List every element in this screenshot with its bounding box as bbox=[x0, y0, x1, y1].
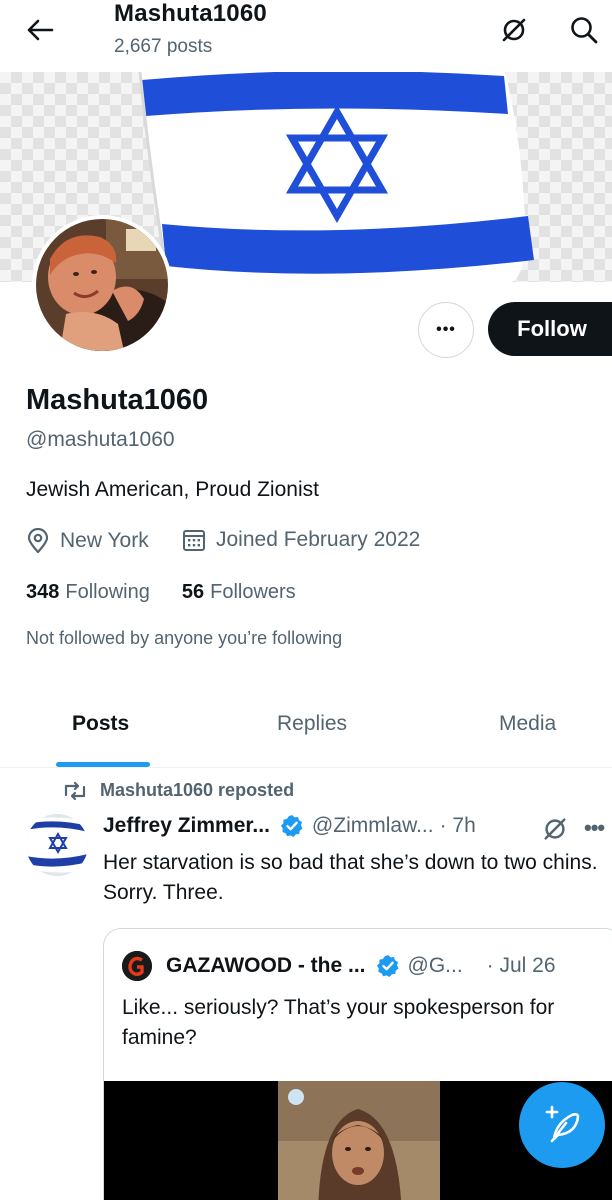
post-header: Jeffrey Zimmer... @Zimmlaw... · 7h bbox=[103, 814, 476, 838]
grok-icon bbox=[502, 18, 526, 42]
arrow-left-icon bbox=[27, 19, 54, 41]
followers-count: 56 bbox=[181, 581, 205, 603]
followers-link[interactable]: 56 Followers bbox=[182, 581, 296, 604]
search-button[interactable] bbox=[566, 12, 602, 48]
post-timestamp[interactable]: · 7h bbox=[440, 814, 476, 838]
post-grok-button[interactable] bbox=[541, 815, 569, 848]
profile-joined: Joined February 2022 bbox=[182, 528, 420, 552]
repost-icon bbox=[62, 781, 88, 801]
post-more-button[interactable]: ••• bbox=[584, 815, 605, 841]
post-author-name[interactable]: Jeffrey Zimmer... bbox=[103, 814, 270, 838]
tab-media[interactable]: Media bbox=[499, 712, 556, 736]
quoted-post-date: · Jul 26 bbox=[486, 954, 556, 977]
quoted-post-body: Like... seriously? That’s your spokesper… bbox=[122, 996, 555, 1049]
tab-posts[interactable]: Posts bbox=[72, 712, 129, 736]
profile-stats: 348 Following 56 Followers bbox=[26, 581, 328, 604]
verified-badge-icon bbox=[280, 814, 304, 838]
gazawood-logo-icon bbox=[122, 951, 152, 981]
video-thumbnail bbox=[278, 1081, 440, 1200]
compose-post-button[interactable] bbox=[519, 1082, 605, 1168]
repost-context[interactable]: Mashuta1060 reposted bbox=[62, 780, 294, 801]
verified-badge-icon bbox=[376, 954, 400, 978]
header-post-count: 2,667 posts bbox=[114, 36, 213, 57]
grok-icon bbox=[544, 818, 566, 840]
following-link[interactable]: 348 Following bbox=[26, 581, 150, 604]
more-icon: ••• bbox=[436, 321, 456, 338]
quoted-author-handle: @G... bbox=[407, 954, 463, 977]
followed-by-note: Not followed by anyone you’re following bbox=[26, 628, 343, 648]
back-button[interactable] bbox=[22, 12, 58, 48]
quoted-post-header: GAZAWOOD - the ... @G... · Jul 26 bbox=[122, 951, 556, 981]
profile-handle: @mashuta1060 bbox=[26, 428, 175, 451]
post-body: Her starvation is so bad that she’s down… bbox=[103, 851, 598, 904]
profile-bio: Jewish American, Proud Zionist bbox=[26, 478, 319, 501]
israeli-flag-avatar bbox=[26, 814, 88, 876]
joined-text: Joined February 2022 bbox=[216, 528, 421, 551]
profile-photo bbox=[36, 219, 168, 351]
grok-button[interactable] bbox=[496, 12, 532, 48]
profile-display-name: Mashuta1060 bbox=[26, 384, 209, 416]
post-author-avatar[interactable] bbox=[26, 814, 88, 876]
repost-label: Mashuta1060 reposted bbox=[100, 780, 295, 800]
top-bar: Mashuta1060 2,667 posts bbox=[0, 0, 612, 72]
followers-label: Followers bbox=[210, 581, 296, 603]
tab-divider bbox=[0, 767, 612, 768]
more-options-button[interactable]: ••• bbox=[418, 302, 474, 358]
location-text: New York bbox=[60, 529, 149, 552]
profile-location: New York bbox=[26, 528, 149, 554]
search-icon bbox=[571, 17, 598, 44]
follow-button[interactable]: Follow bbox=[488, 302, 612, 356]
calendar-icon bbox=[182, 528, 206, 552]
tab-replies[interactable]: Replies bbox=[277, 712, 347, 736]
compose-feather-icon bbox=[545, 1105, 580, 1143]
following-label: Following bbox=[65, 581, 150, 603]
header-title: Mashuta1060 bbox=[114, 0, 267, 27]
post-author-handle[interactable]: @Zimmlaw... bbox=[312, 814, 434, 838]
following-count: 348 bbox=[26, 581, 60, 603]
location-pin-icon bbox=[26, 528, 50, 554]
quoted-author-name: GAZAWOOD - the ... bbox=[166, 954, 366, 977]
profile-avatar[interactable] bbox=[32, 215, 172, 355]
